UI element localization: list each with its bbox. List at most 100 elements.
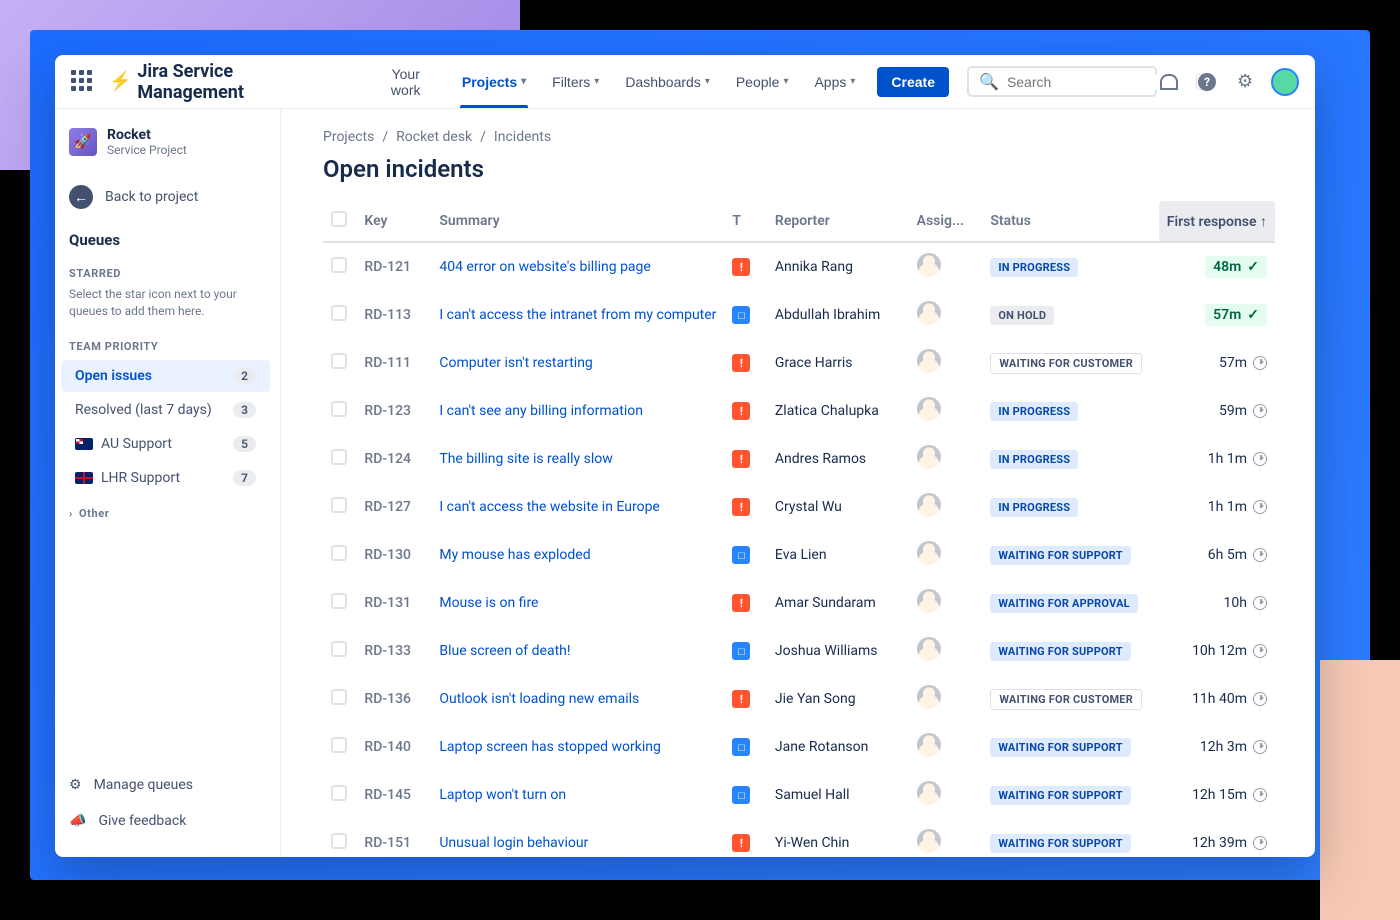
row-checkbox[interactable] bbox=[331, 497, 347, 513]
issue-summary-link[interactable]: I can't access the intranet from my comp… bbox=[439, 307, 716, 323]
queue-resolved[interactable]: Resolved (last 7 days) 3 bbox=[61, 394, 270, 426]
breadcrumb-projects[interactable]: Projects bbox=[323, 129, 374, 145]
issue-key[interactable]: RD-151 bbox=[356, 819, 431, 857]
app-switcher-icon[interactable] bbox=[71, 70, 95, 94]
row-checkbox[interactable] bbox=[331, 401, 347, 417]
help-icon[interactable]: ? bbox=[1195, 70, 1219, 94]
row-checkbox[interactable] bbox=[331, 257, 347, 273]
issue-key[interactable]: RD-133 bbox=[356, 627, 431, 675]
nav-apps[interactable]: Apps▾ bbox=[802, 55, 867, 108]
table-row[interactable]: RD-151Unusual login behaviour!Yi-Wen Chi… bbox=[323, 819, 1275, 857]
issue-summary-link[interactable]: I can't access the website in Europe bbox=[439, 499, 660, 515]
assignee-avatar[interactable] bbox=[917, 589, 941, 613]
status-badge[interactable]: Waiting for Customer bbox=[990, 689, 1142, 710]
nav-projects[interactable]: Projects▾ bbox=[450, 55, 538, 108]
issue-key[interactable]: RD-131 bbox=[356, 579, 431, 627]
settings-icon[interactable]: ⚙ bbox=[1233, 70, 1257, 94]
status-badge[interactable]: Waiting for Customer bbox=[990, 353, 1142, 374]
status-badge[interactable]: Waiting for Support bbox=[990, 642, 1130, 661]
issue-summary-link[interactable]: Computer isn't restarting bbox=[439, 355, 592, 371]
product-logo[interactable]: ⚡ Jira Service Management bbox=[109, 61, 344, 103]
row-checkbox[interactable] bbox=[331, 305, 347, 321]
row-checkbox[interactable] bbox=[331, 785, 347, 801]
status-badge[interactable]: Waiting for Support bbox=[990, 786, 1130, 805]
table-row[interactable]: RD-133Blue screen of death!□Joshua Willi… bbox=[323, 627, 1275, 675]
col-first-response[interactable]: First response ↑ bbox=[1159, 201, 1275, 242]
create-button[interactable]: Create bbox=[877, 67, 949, 97]
profile-avatar[interactable] bbox=[1271, 68, 1299, 96]
table-row[interactable]: RD-123I can't see any billing informatio… bbox=[323, 387, 1275, 435]
queue-au-support[interactable]: AU Support 5 bbox=[61, 428, 270, 460]
project-header[interactable]: 🚀 Rocket Service Project bbox=[55, 127, 276, 171]
queue-open-issues[interactable]: Open issues 2 bbox=[61, 360, 270, 392]
status-badge[interactable]: Waiting for Support bbox=[990, 834, 1130, 853]
row-checkbox[interactable] bbox=[331, 353, 347, 369]
status-badge[interactable]: In Progress bbox=[990, 258, 1078, 277]
col-status[interactable]: Status bbox=[982, 201, 1158, 242]
issue-key[interactable]: RD-123 bbox=[356, 387, 431, 435]
issue-summary-link[interactable]: Mouse is on fire bbox=[439, 595, 538, 611]
col-checkbox[interactable] bbox=[323, 201, 356, 242]
status-badge[interactable]: Waiting for Approval bbox=[990, 594, 1137, 613]
assignee-avatar[interactable] bbox=[917, 781, 941, 805]
table-row[interactable]: RD-124The billing site is really slow!An… bbox=[323, 435, 1275, 483]
issue-key[interactable]: RD-127 bbox=[356, 483, 431, 531]
issue-key[interactable]: RD-121 bbox=[356, 242, 431, 291]
assignee-avatar[interactable] bbox=[917, 397, 941, 421]
issue-key[interactable]: RD-113 bbox=[356, 291, 431, 339]
assignee-avatar[interactable] bbox=[917, 637, 941, 661]
table-row[interactable]: RD-130My mouse has exploded□Eva LienWait… bbox=[323, 531, 1275, 579]
nav-people[interactable]: People▾ bbox=[724, 55, 801, 108]
row-checkbox[interactable] bbox=[331, 689, 347, 705]
assignee-avatar[interactable] bbox=[917, 829, 941, 853]
status-badge[interactable]: In Progress bbox=[990, 450, 1078, 469]
issue-key[interactable]: RD-111 bbox=[356, 339, 431, 387]
table-row[interactable]: RD-145Laptop won't turn on□Samuel HallWa… bbox=[323, 771, 1275, 819]
back-to-project[interactable]: ← Back to project bbox=[55, 171, 276, 227]
assignee-avatar[interactable] bbox=[917, 685, 941, 709]
assignee-avatar[interactable] bbox=[917, 733, 941, 757]
search-box[interactable]: 🔍 / bbox=[967, 66, 1157, 97]
issue-summary-link[interactable]: Unusual login behaviour bbox=[439, 835, 588, 851]
row-checkbox[interactable] bbox=[331, 737, 347, 753]
nav-filters[interactable]: Filters▾ bbox=[540, 55, 611, 108]
queue-group-other[interactable]: › Other bbox=[55, 495, 276, 532]
issue-summary-link[interactable]: My mouse has exploded bbox=[439, 547, 590, 563]
col-key[interactable]: Key bbox=[356, 201, 431, 242]
issue-summary-link[interactable]: Outlook isn't loading new emails bbox=[439, 691, 639, 707]
breadcrumb-rocket-desk[interactable]: Rocket desk bbox=[396, 129, 472, 145]
issue-summary-link[interactable]: Blue screen of death! bbox=[439, 643, 570, 659]
status-badge[interactable]: In Progress bbox=[990, 498, 1078, 517]
row-checkbox[interactable] bbox=[331, 545, 347, 561]
notifications-icon[interactable] bbox=[1157, 70, 1181, 94]
issue-key[interactable]: RD-124 bbox=[356, 435, 431, 483]
issue-key[interactable]: RD-130 bbox=[356, 531, 431, 579]
assignee-avatar[interactable] bbox=[917, 493, 941, 517]
issue-summary-link[interactable]: Laptop screen has stopped working bbox=[439, 739, 661, 755]
assignee-avatar[interactable] bbox=[917, 541, 941, 565]
col-type[interactable]: T bbox=[724, 201, 767, 242]
assignee-avatar[interactable] bbox=[917, 301, 941, 325]
assignee-avatar[interactable] bbox=[917, 253, 941, 277]
issue-key[interactable]: RD-136 bbox=[356, 675, 431, 723]
assignee-avatar[interactable] bbox=[917, 445, 941, 469]
row-checkbox[interactable] bbox=[331, 593, 347, 609]
assignee-avatar[interactable] bbox=[917, 349, 941, 373]
queue-lhr-support[interactable]: LHR Support 7 bbox=[61, 462, 270, 494]
table-row[interactable]: RD-131Mouse is on fire!Amar SundaramWait… bbox=[323, 579, 1275, 627]
table-row[interactable]: RD-140Laptop screen has stopped working□… bbox=[323, 723, 1275, 771]
col-summary[interactable]: Summary bbox=[431, 201, 724, 242]
table-row[interactable]: RD-121404 error on website's billing pag… bbox=[323, 242, 1275, 291]
table-row[interactable]: RD-136Outlook isn't loading new emails!J… bbox=[323, 675, 1275, 723]
nav-your-work[interactable]: Your work bbox=[364, 55, 448, 108]
status-badge[interactable]: In Progress bbox=[990, 402, 1078, 421]
nav-dashboards[interactable]: Dashboards▾ bbox=[613, 55, 722, 108]
col-assignee[interactable]: Assig... bbox=[909, 201, 983, 242]
issue-summary-link[interactable]: The billing site is really slow bbox=[439, 451, 612, 467]
table-row[interactable]: RD-111Computer isn't restarting!Grace Ha… bbox=[323, 339, 1275, 387]
issue-summary-link[interactable]: Laptop won't turn on bbox=[439, 787, 566, 803]
manage-queues[interactable]: ⚙ Manage queues bbox=[55, 767, 276, 803]
give-feedback[interactable]: 📣 Give feedback bbox=[55, 803, 276, 839]
table-row[interactable]: RD-113 I can't access the intranet from m… bbox=[323, 291, 1275, 339]
row-checkbox[interactable] bbox=[331, 641, 347, 657]
